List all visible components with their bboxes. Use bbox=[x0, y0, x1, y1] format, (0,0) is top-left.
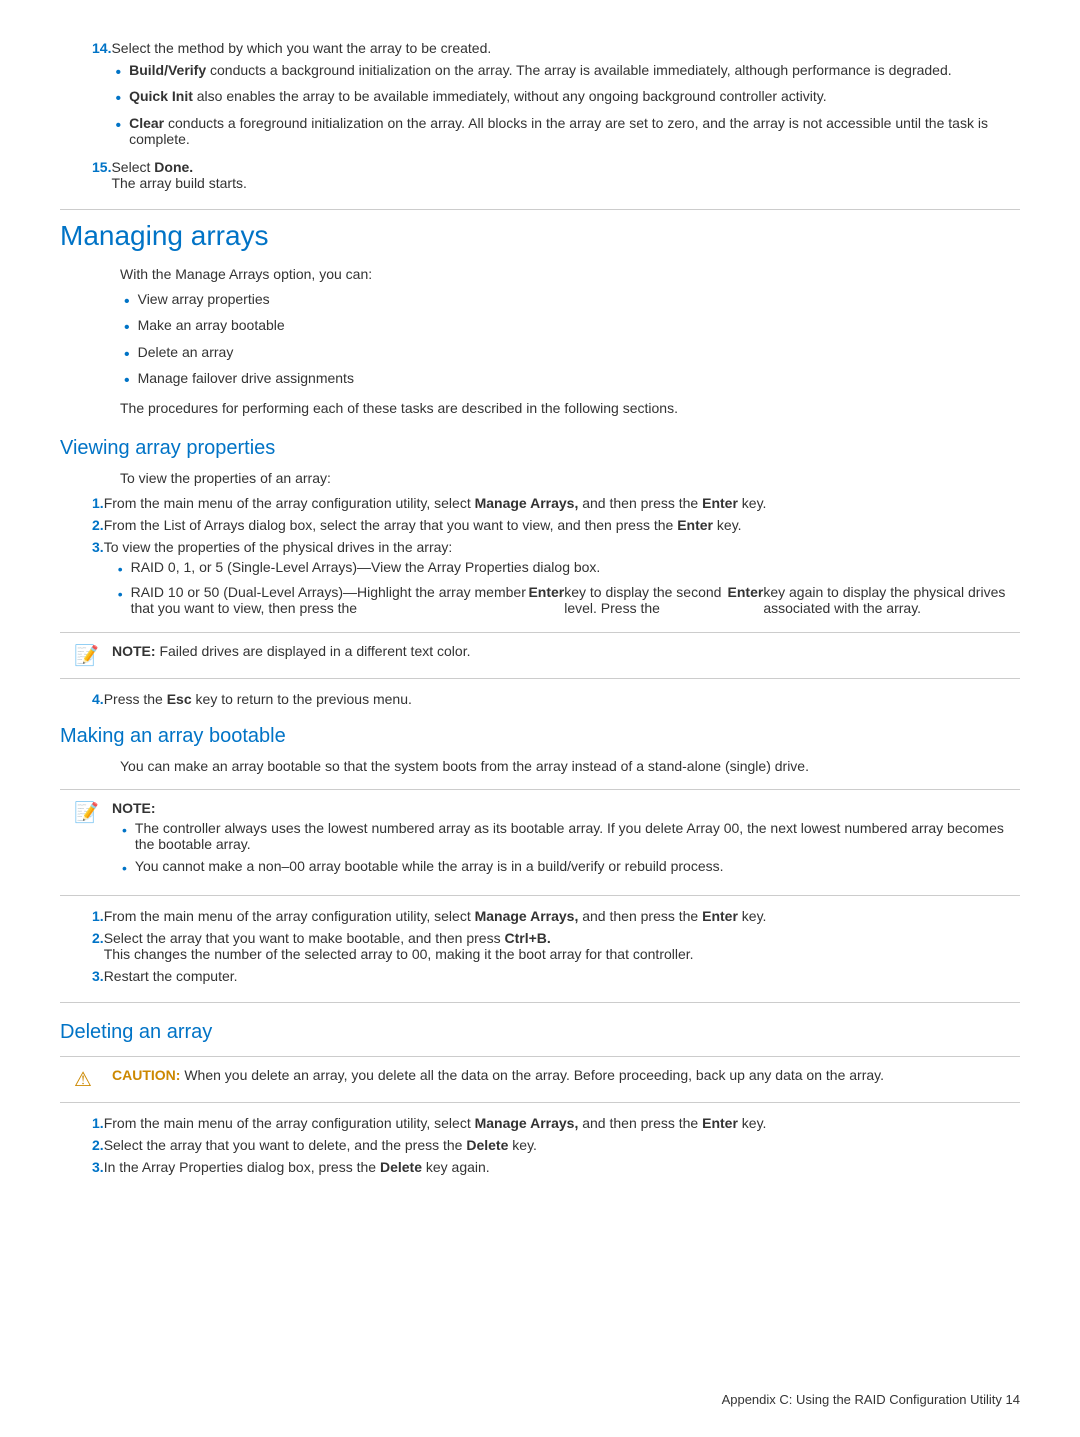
managing-divider bbox=[60, 209, 1020, 210]
deleting-array-heading: Deleting an array bbox=[60, 1021, 1020, 1044]
deleting-divider bbox=[60, 1002, 1020, 1003]
managing-arrays-heading: Managing arrays bbox=[60, 220, 1020, 252]
footer-text: Appendix C: Using the RAID Configuration… bbox=[722, 1392, 1020, 1407]
managing-arrays-footer: The procedures for performing each of th… bbox=[60, 398, 1020, 419]
bootable-note-box: 📝 NOTE: The controller always uses the l… bbox=[60, 789, 1020, 896]
step-14-bullets: Build/Verify conducts a background initi… bbox=[111, 62, 1020, 147]
bullet-raid-dual: RAID 10 or 50 (Dual-Level Arrays)—Highli… bbox=[104, 584, 1020, 616]
bootable-note-list: The controller always uses the lowest nu… bbox=[112, 820, 1006, 879]
deleting-step-2: 2. Select the array that you want to del… bbox=[60, 1137, 1020, 1153]
note-content: NOTE: Failed drives are displayed in a d… bbox=[112, 643, 470, 659]
managing-arrays-bullets: View array properties Make an array boot… bbox=[60, 291, 1020, 393]
bootable-note-content: NOTE: The controller always uses the low… bbox=[112, 800, 1006, 885]
caution-text: When you delete an array, you delete all… bbox=[184, 1067, 884, 1083]
bullet-quick-init: Quick Init also enables the array to be … bbox=[111, 88, 1020, 110]
viewing-step-1: 1. From the main menu of the array confi… bbox=[60, 495, 1020, 511]
bullet-make-bootable: Make an array bootable bbox=[120, 317, 1020, 339]
viewing-note-box: 📝 NOTE: Failed drives are displayed in a… bbox=[60, 632, 1020, 679]
viewing-array-properties-intro: To view the properties of an array: bbox=[60, 468, 1020, 489]
bullet-delete-array: Delete an array bbox=[120, 344, 1020, 366]
viewing-step-4-list: 4. Press the Esc key to return to the pr… bbox=[60, 691, 1020, 707]
viewing-step-3: 3. To view the properties of the physica… bbox=[60, 539, 1020, 620]
deleting-step-3: 3. In the Array Properties dialog box, p… bbox=[60, 1159, 1020, 1175]
bullet-view-properties: View array properties bbox=[120, 291, 1020, 313]
caution-box: ⚠ CAUTION: When you delete an array, you… bbox=[60, 1056, 1020, 1103]
step-14-text: Select the method by which you want the … bbox=[111, 40, 491, 56]
managing-arrays-intro: With the Manage Arrays option, you can: bbox=[60, 264, 1020, 285]
step-15-subtext: The array build starts. bbox=[111, 175, 1020, 191]
caution-content: CAUTION: When you delete an array, you d… bbox=[112, 1067, 884, 1083]
viewing-steps: 1. From the main menu of the array confi… bbox=[60, 495, 1020, 620]
bullet-manage-failover: Manage failover drive assignments bbox=[120, 370, 1020, 392]
bullet-build-verify: Build/Verify conducts a background initi… bbox=[111, 62, 1020, 84]
bootable-note-bullet-2: You cannot make a non–00 array bootable … bbox=[112, 858, 1006, 879]
step-14: 14. Select the method by which you want … bbox=[60, 40, 1020, 153]
viewing-step-4: 4. Press the Esc key to return to the pr… bbox=[60, 691, 1020, 707]
making-array-bootable-heading: Making an array bootable bbox=[60, 725, 1020, 748]
viewing-array-properties-heading: Viewing array properties bbox=[60, 437, 1020, 460]
note-icon: 📝 bbox=[74, 643, 102, 668]
bootable-note-icon: 📝 bbox=[74, 800, 102, 825]
bootable-step-2: 2. Select the array that you want to mak… bbox=[60, 930, 1020, 962]
bootable-steps: 1. From the main menu of the array confi… bbox=[60, 908, 1020, 984]
bootable-step-3: 3. Restart the computer. bbox=[60, 968, 1020, 984]
step-15: 15. Select Done. The array build starts. bbox=[60, 159, 1020, 191]
viewing-step-2: 2. From the List of Arrays dialog box, s… bbox=[60, 517, 1020, 533]
bootable-step-1: 1. From the main menu of the array confi… bbox=[60, 908, 1020, 924]
bootable-step-2-sub: This changes the number of the selected … bbox=[104, 946, 1020, 962]
viewing-step-3-bullets: RAID 0, 1, or 5 (Single-Level Arrays)—Vi… bbox=[104, 559, 1020, 616]
page-footer: Appendix C: Using the RAID Configuration… bbox=[722, 1392, 1020, 1407]
deleting-steps: 1. From the main menu of the array confi… bbox=[60, 1115, 1020, 1175]
top-steps: 14. Select the method by which you want … bbox=[60, 40, 1020, 191]
bullet-clear: Clear conducts a foreground initializati… bbox=[111, 115, 1020, 147]
step-15-text: Select Done. bbox=[111, 159, 193, 175]
deleting-step-1: 1. From the main menu of the array confi… bbox=[60, 1115, 1020, 1131]
caution-icon: ⚠ bbox=[74, 1067, 102, 1092]
bullet-raid-single: RAID 0, 1, or 5 (Single-Level Arrays)—Vi… bbox=[104, 559, 1020, 580]
bootable-note-bullet-1: The controller always uses the lowest nu… bbox=[112, 820, 1006, 852]
making-array-bootable-intro: You can make an array bootable so that t… bbox=[60, 756, 1020, 777]
